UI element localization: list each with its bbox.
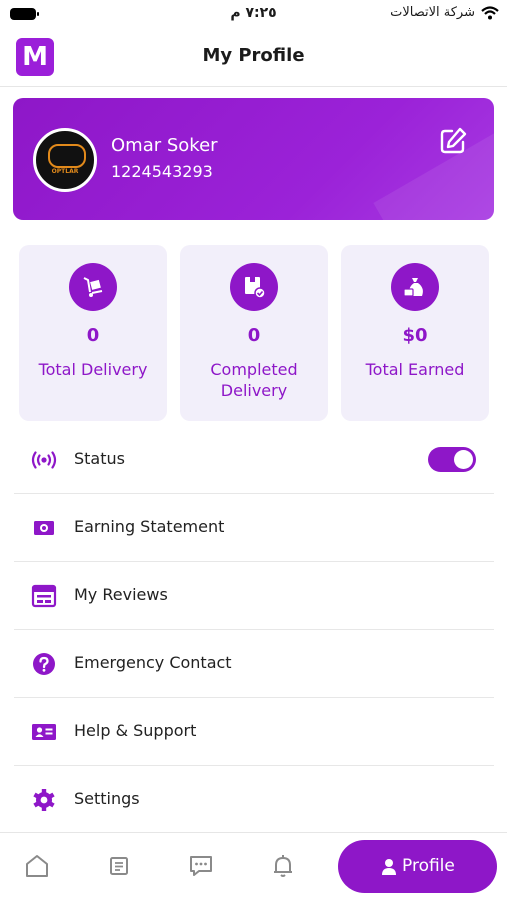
delivery-cart-icon (69, 263, 117, 311)
menu-item-label: Status (74, 449, 125, 468)
menu-item-help-support[interactable]: Help & Support (14, 698, 494, 766)
stat-total-earned: $0 Total Earned (341, 245, 489, 421)
page-title: My Profile (202, 45, 305, 66)
stat-completed-delivery: 0 Completed Delivery (180, 245, 328, 421)
menu-item-label: Emergency Contact (74, 653, 232, 672)
reviews-icon (31, 584, 57, 608)
profile-menu: Status Earning Statement My Reviews Emer… (14, 426, 494, 833)
stat-value: 0 (247, 325, 261, 346)
wifi-icon (481, 5, 499, 19)
menu-item-status: Status (14, 426, 494, 494)
status-carrier: شركة الاتصالات (390, 5, 499, 20)
status-toggle[interactable] (428, 447, 476, 472)
gear-icon (33, 789, 55, 811)
contact-card-icon (32, 724, 56, 740)
orders-list-icon[interactable] (106, 853, 132, 879)
money-bag-icon (391, 263, 439, 311)
profile-card: OPTLAR Omar Soker 1224543293 (13, 98, 494, 220)
edit-profile-icon[interactable] (438, 126, 468, 156)
cash-icon (34, 521, 54, 535)
avatar: OPTLAR (33, 128, 97, 192)
menu-item-label: Help & Support (74, 721, 197, 740)
menu-item-label: Earning Statement (74, 517, 225, 536)
carrier-name: شركة الاتصالات (390, 5, 475, 20)
bottom-nav: Profile (0, 832, 507, 901)
tab-profile[interactable]: Profile (338, 840, 497, 893)
person-icon (382, 859, 396, 875)
menu-item-settings[interactable]: Settings (14, 766, 494, 833)
tab-profile-label: Profile (402, 856, 455, 876)
menu-item-my-reviews[interactable]: My Reviews (14, 562, 494, 630)
stat-label: Completed Delivery (210, 360, 298, 400)
stat-value: $0 (402, 325, 428, 346)
profile-phone: 1224543293 (111, 162, 213, 181)
bell-icon[interactable] (270, 853, 296, 879)
stat-value: 0 (86, 325, 100, 346)
menu-item-emergency-contact[interactable]: Emergency Contact (14, 630, 494, 698)
stat-total-delivery: 0 Total Delivery (19, 245, 167, 421)
profile-name: Omar Soker (111, 135, 218, 156)
help-circle-icon (33, 653, 55, 675)
status-bar: ٧:٢٥ م شركة الاتصالات (0, 0, 507, 30)
completed-box-icon (230, 263, 278, 311)
menu-item-label: My Reviews (74, 585, 168, 604)
stat-label: Total Earned (365, 360, 465, 379)
chat-icon[interactable] (188, 853, 214, 879)
stat-label: Total Delivery (38, 360, 148, 379)
app-header: M My Profile (0, 30, 507, 87)
home-icon[interactable] (24, 853, 50, 879)
menu-item-earning-statement[interactable]: Earning Statement (14, 494, 494, 562)
broadcast-icon (31, 451, 57, 469)
menu-item-label: Settings (74, 789, 140, 808)
